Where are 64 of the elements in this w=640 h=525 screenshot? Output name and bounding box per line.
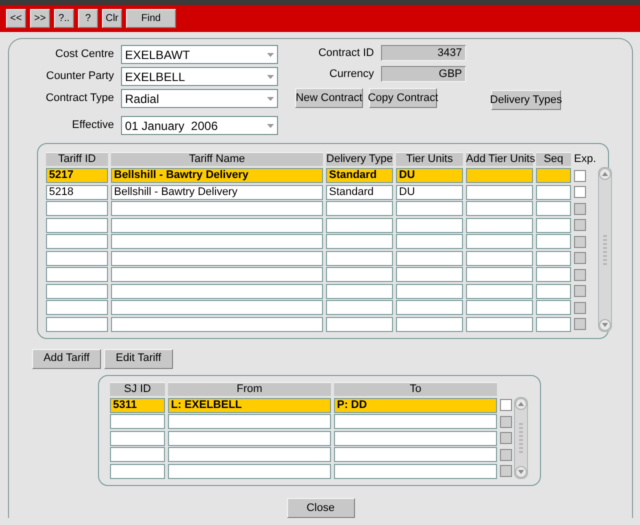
table-cell[interactable]: [466, 168, 533, 183]
field-label: Contract Type: [44, 91, 114, 106]
toolbar-button[interactable]: Clr: [102, 9, 122, 28]
tariff-button[interactable]: Add Tariff: [32, 348, 101, 369]
table-cell[interactable]: [536, 184, 571, 200]
dropdown-field[interactable]: EXELBAWT: [121, 45, 278, 64]
dropdown-caret-icon: [267, 52, 274, 56]
action-button[interactable]: New Contract: [295, 88, 363, 108]
scroll-grip-icon: [519, 422, 523, 453]
dropdown-caret-icon: [267, 124, 274, 128]
action-button[interactable]: Copy Contract: [369, 88, 437, 108]
dropdown-caret-icon: [267, 74, 274, 78]
dropdown-field[interactable]: EXELBELL: [121, 67, 278, 86]
scrollbar[interactable]: [598, 167, 612, 332]
table-cell[interactable]: [466, 184, 533, 200]
toolbar-button[interactable]: Find: [126, 9, 176, 28]
scroll-down-icon[interactable]: [599, 319, 612, 331]
readonly-field: GBP: [381, 66, 466, 82]
table-cell[interactable]: 5217: [46, 168, 108, 183]
field-label: Counter Party: [45, 69, 114, 84]
column-header: Exp.: [574, 152, 596, 166]
close-button[interactable]: Close: [286, 498, 354, 518]
field-label: Effective: [71, 118, 114, 134]
column-header: Add Tier Units: [466, 152, 533, 166]
toolbar-button[interactable]: ?..: [54, 9, 74, 28]
field-label: Contract ID: [317, 46, 374, 61]
dropdown-caret-icon: [267, 96, 274, 100]
table-cell[interactable]: Standard: [326, 168, 393, 183]
readonly-field: 3437: [381, 45, 466, 62]
checkbox[interactable]: [574, 186, 586, 198]
table-cell[interactable]: DU: [396, 184, 463, 200]
toolbar-button[interactable]: >>: [30, 9, 50, 28]
scroll-up-icon[interactable]: [515, 398, 527, 410]
checkbox[interactable]: [500, 399, 512, 412]
checkbox[interactable]: [574, 170, 586, 182]
column-header: Delivery Type: [326, 152, 393, 166]
table-cell[interactable]: 5311: [110, 398, 165, 413]
column-header: Tariff ID: [46, 152, 108, 166]
column-header: SJ ID: [110, 382, 165, 396]
column-header: Tariff Name: [111, 152, 323, 166]
dropdown-field[interactable]: Radial: [121, 89, 278, 108]
scroll-up-icon[interactable]: [599, 168, 612, 180]
scrollbar[interactable]: [514, 396, 528, 480]
table-cell[interactable]: Bellshill - Bawtry Delivery: [111, 168, 323, 183]
field-label: Currency: [328, 66, 374, 82]
table-cell[interactable]: L: EXELBELL: [168, 398, 331, 413]
table-cell[interactable]: Standard: [326, 184, 393, 200]
scroll-down-icon[interactable]: [515, 466, 527, 478]
table-cell[interactable]: [536, 168, 571, 183]
table-cell[interactable]: 5218: [46, 184, 108, 200]
tariff-button[interactable]: Edit Tariff: [104, 348, 173, 369]
column-header: Tier Units: [396, 152, 463, 166]
table-cell[interactable]: P: DD: [334, 398, 497, 413]
table-cell[interactable]: DU: [396, 168, 463, 183]
field-label: Cost Centre: [54, 47, 114, 62]
scroll-grip-icon: [603, 234, 608, 264]
dropdown-field[interactable]: 01 January 2006: [121, 116, 278, 135]
toolbar-button[interactable]: <<: [6, 9, 26, 28]
column-header: Seq: [536, 152, 571, 166]
delivery-types-button[interactable]: Delivery Types: [491, 90, 561, 110]
table-cell[interactable]: Bellshill - Bawtry Delivery: [111, 184, 323, 200]
column-header: To: [334, 382, 497, 396]
toolbar-button[interactable]: ?: [78, 9, 98, 28]
column-header: From: [168, 382, 331, 396]
